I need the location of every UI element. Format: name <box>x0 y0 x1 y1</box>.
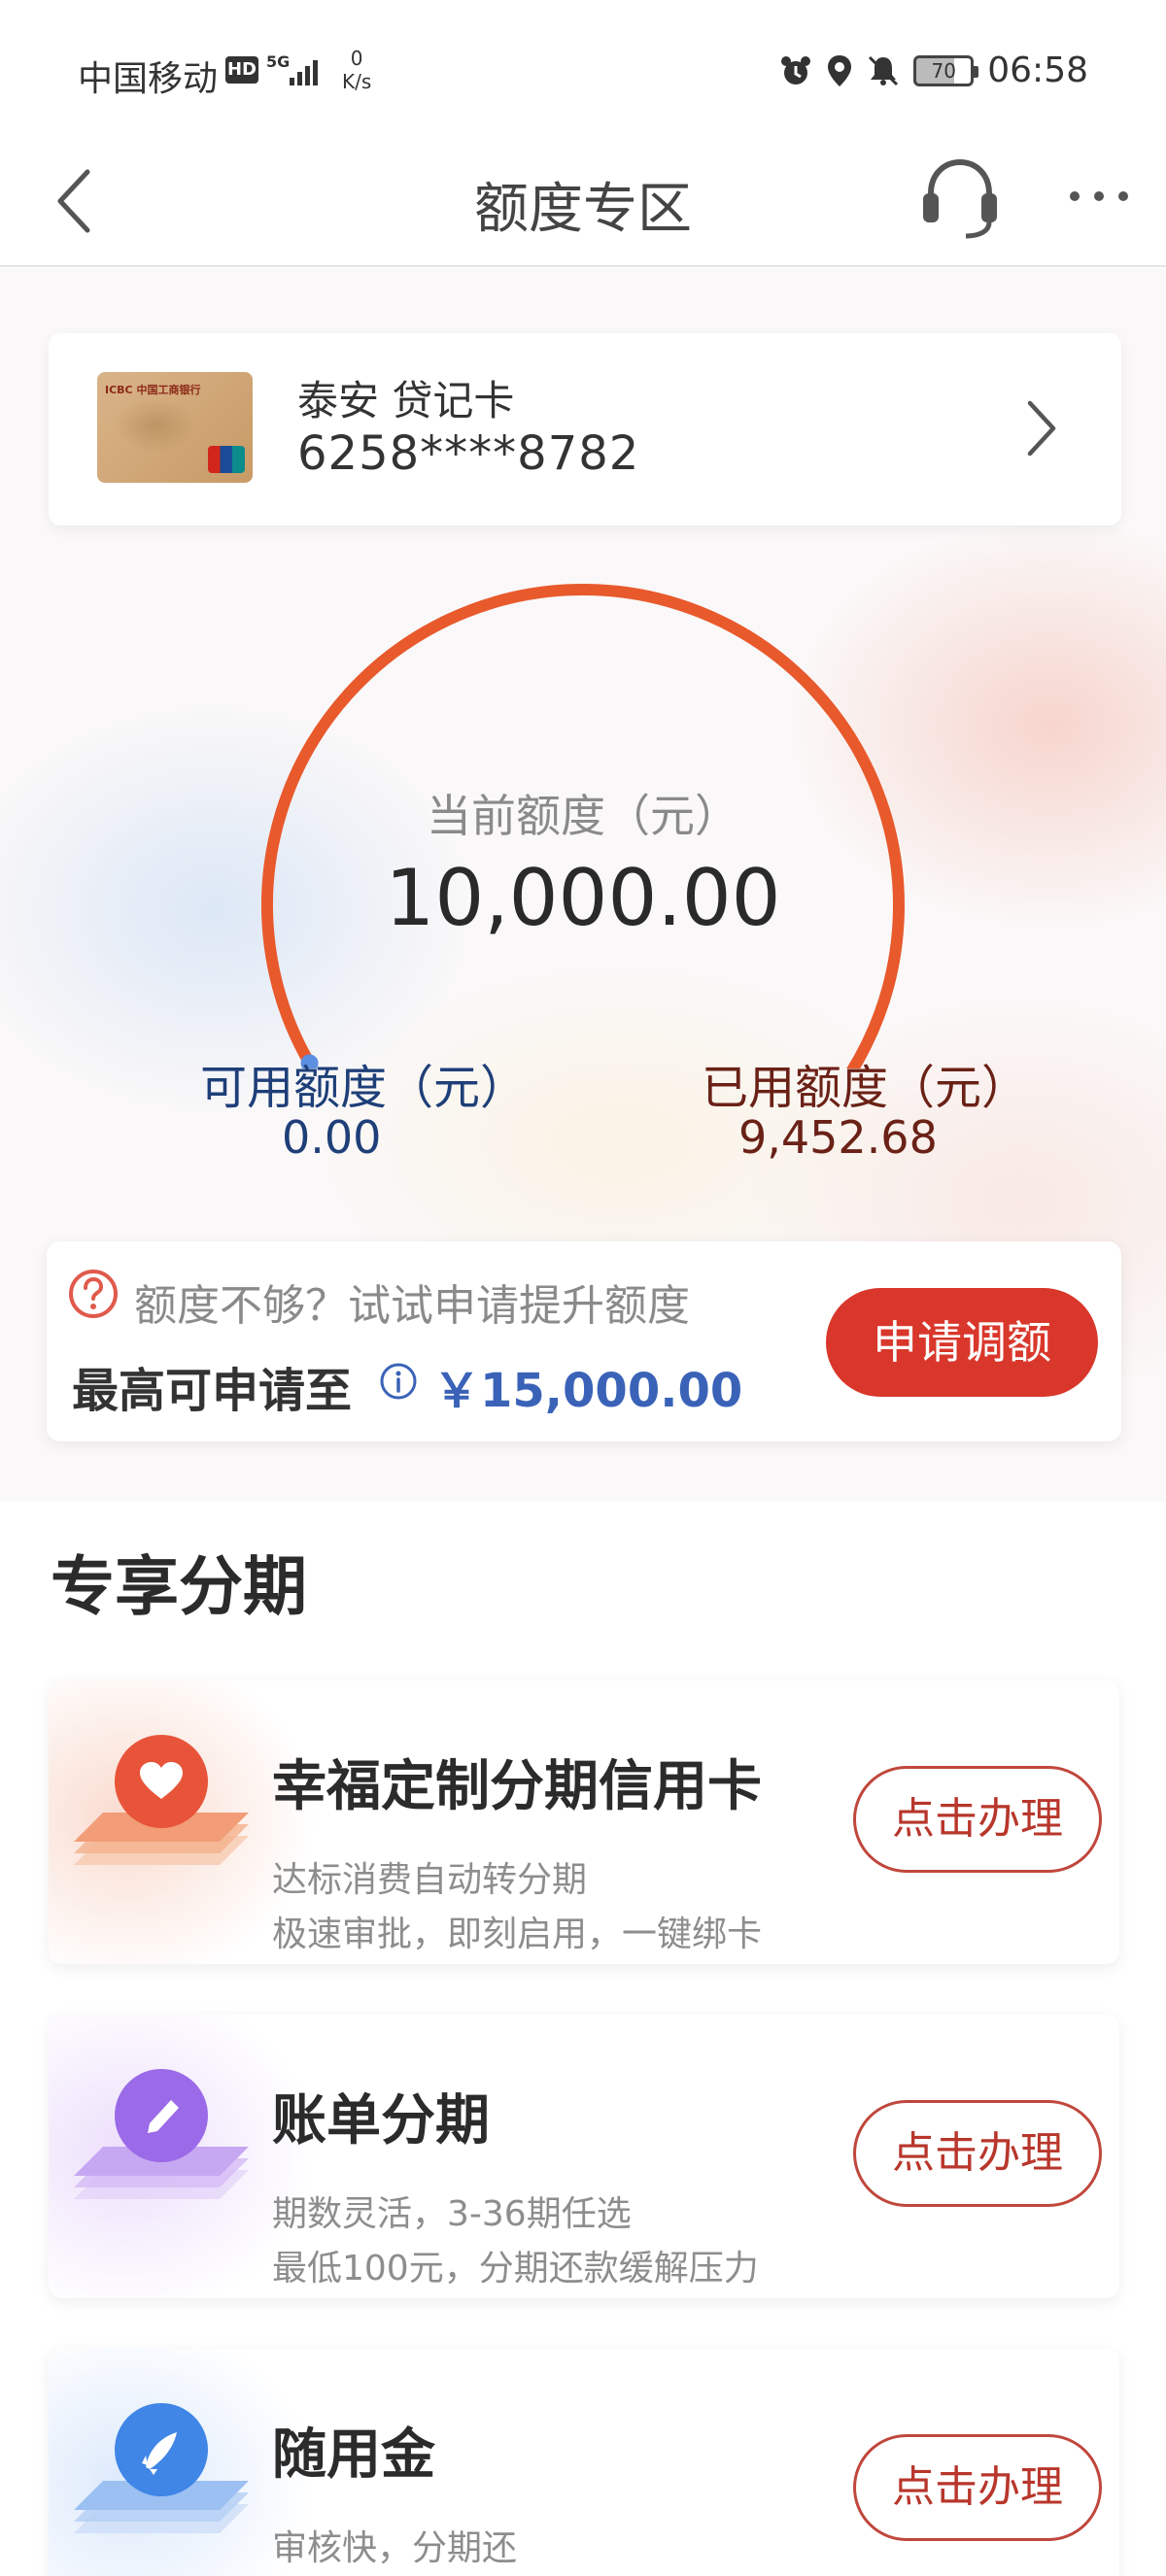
chevron-right-icon[interactable] <box>1024 397 1059 459</box>
location-icon <box>828 54 852 86</box>
rocket-icon <box>74 2403 249 2533</box>
card-number: 6258****8782 <box>297 426 640 481</box>
network-speed-unit: K/s <box>342 70 372 93</box>
raise-credit-panel: 额度不够？试试申请提升额度 最高可申请至 ￥15,000.00 申请调额 <box>47 1241 1121 1441</box>
max-apply-amount: ￥15,000.00 <box>433 1364 743 1418</box>
plan-desc: 达标消费自动转分期 <box>272 1860 588 1900</box>
plan-name: 账单分期 <box>272 2089 490 2152</box>
available-credit-label: 可用额度（元） <box>200 1061 528 1115</box>
network-speed: 0 K/s <box>342 47 371 93</box>
card-selector[interactable]: ICBC 中国工商银行 泰安 贷记卡 6258****8782 <box>49 333 1121 525</box>
apply-button[interactable]: 点击办理 <box>853 2434 1102 2541</box>
heart-icon <box>74 1735 249 1865</box>
battery-indicator: 70 <box>913 54 979 86</box>
apply-button[interactable]: 点击办理 <box>853 2100 1102 2207</box>
hd-badge: HD <box>225 56 258 84</box>
unionpay-logo <box>208 446 245 473</box>
available-credit-value: 0.00 <box>282 1111 382 1164</box>
used-credit-value: 9,452.68 <box>738 1111 938 1164</box>
customer-service-icon[interactable] <box>919 154 1001 242</box>
mute-icon <box>869 55 899 85</box>
card-image: ICBC 中国工商银行 <box>97 372 253 483</box>
more-icon[interactable] <box>1065 182 1133 211</box>
alarm-icon <box>781 55 811 85</box>
apply-adjust-button[interactable]: 申请调额 <box>826 1288 1098 1397</box>
plan-desc: 期数灵活，3-36期任选 <box>272 2194 632 2234</box>
plan-desc: 极速审批，即刻启用，一键绑卡 <box>272 1915 763 1954</box>
raise-prompt: 额度不够？试试申请提升额度 <box>134 1281 690 1331</box>
question-icon <box>69 1270 118 1318</box>
plan-card[interactable]: 随用金 审核快，分期还 点击办理 <box>49 2349 1119 2576</box>
status-bar: 中国移动 HD 5G 0 K/s 70 06:58 <box>0 0 1166 141</box>
apply-button[interactable]: 点击办理 <box>853 1766 1102 1873</box>
plan-name: 随用金 <box>272 2423 435 2487</box>
info-icon[interactable] <box>379 1362 418 1401</box>
network-speed-value: 0 <box>350 47 363 70</box>
nav-bar: 额度专区 <box>0 141 1166 267</box>
status-right: 70 06:58 <box>779 51 1088 90</box>
current-credit-label: 当前额度（元） <box>427 790 739 842</box>
signal-icon <box>290 60 318 85</box>
plan-name: 幸福定制分期信用卡 <box>272 1755 762 1818</box>
max-apply-label: 最高可申请至 <box>72 1364 353 1418</box>
card-name: 泰安 贷记卡 <box>297 377 515 424</box>
section-title: 专享分期 <box>51 1549 307 1624</box>
plan-card[interactable]: 幸福定制分期信用卡 达标消费自动转分期 极速审批，即刻启用，一键绑卡 点击办理 <box>49 1680 1119 1964</box>
used-credit-label: 已用额度（元） <box>702 1061 1029 1115</box>
plan-desc: 最低100元，分期还款缓解压力 <box>272 2249 759 2288</box>
plan-desc: 审核快，分期还 <box>272 2528 518 2568</box>
card-image-logo: ICBC 中国工商银行 <box>105 384 201 396</box>
carrier-name: 中国移动 <box>78 59 219 99</box>
page: 中国移动 HD 5G 0 K/s 70 06:58 额度专区 ICBC 中国工商… <box>0 0 1166 2576</box>
network-gen: 5G <box>266 52 291 71</box>
pen-icon <box>74 2069 249 2199</box>
clock: 06:58 <box>987 51 1088 90</box>
plan-card[interactable]: 账单分期 期数灵活，3-36期任选 最低100元，分期还款缓解压力 点击办理 <box>49 2015 1119 2298</box>
current-credit-value: 10,000.00 <box>385 853 781 943</box>
